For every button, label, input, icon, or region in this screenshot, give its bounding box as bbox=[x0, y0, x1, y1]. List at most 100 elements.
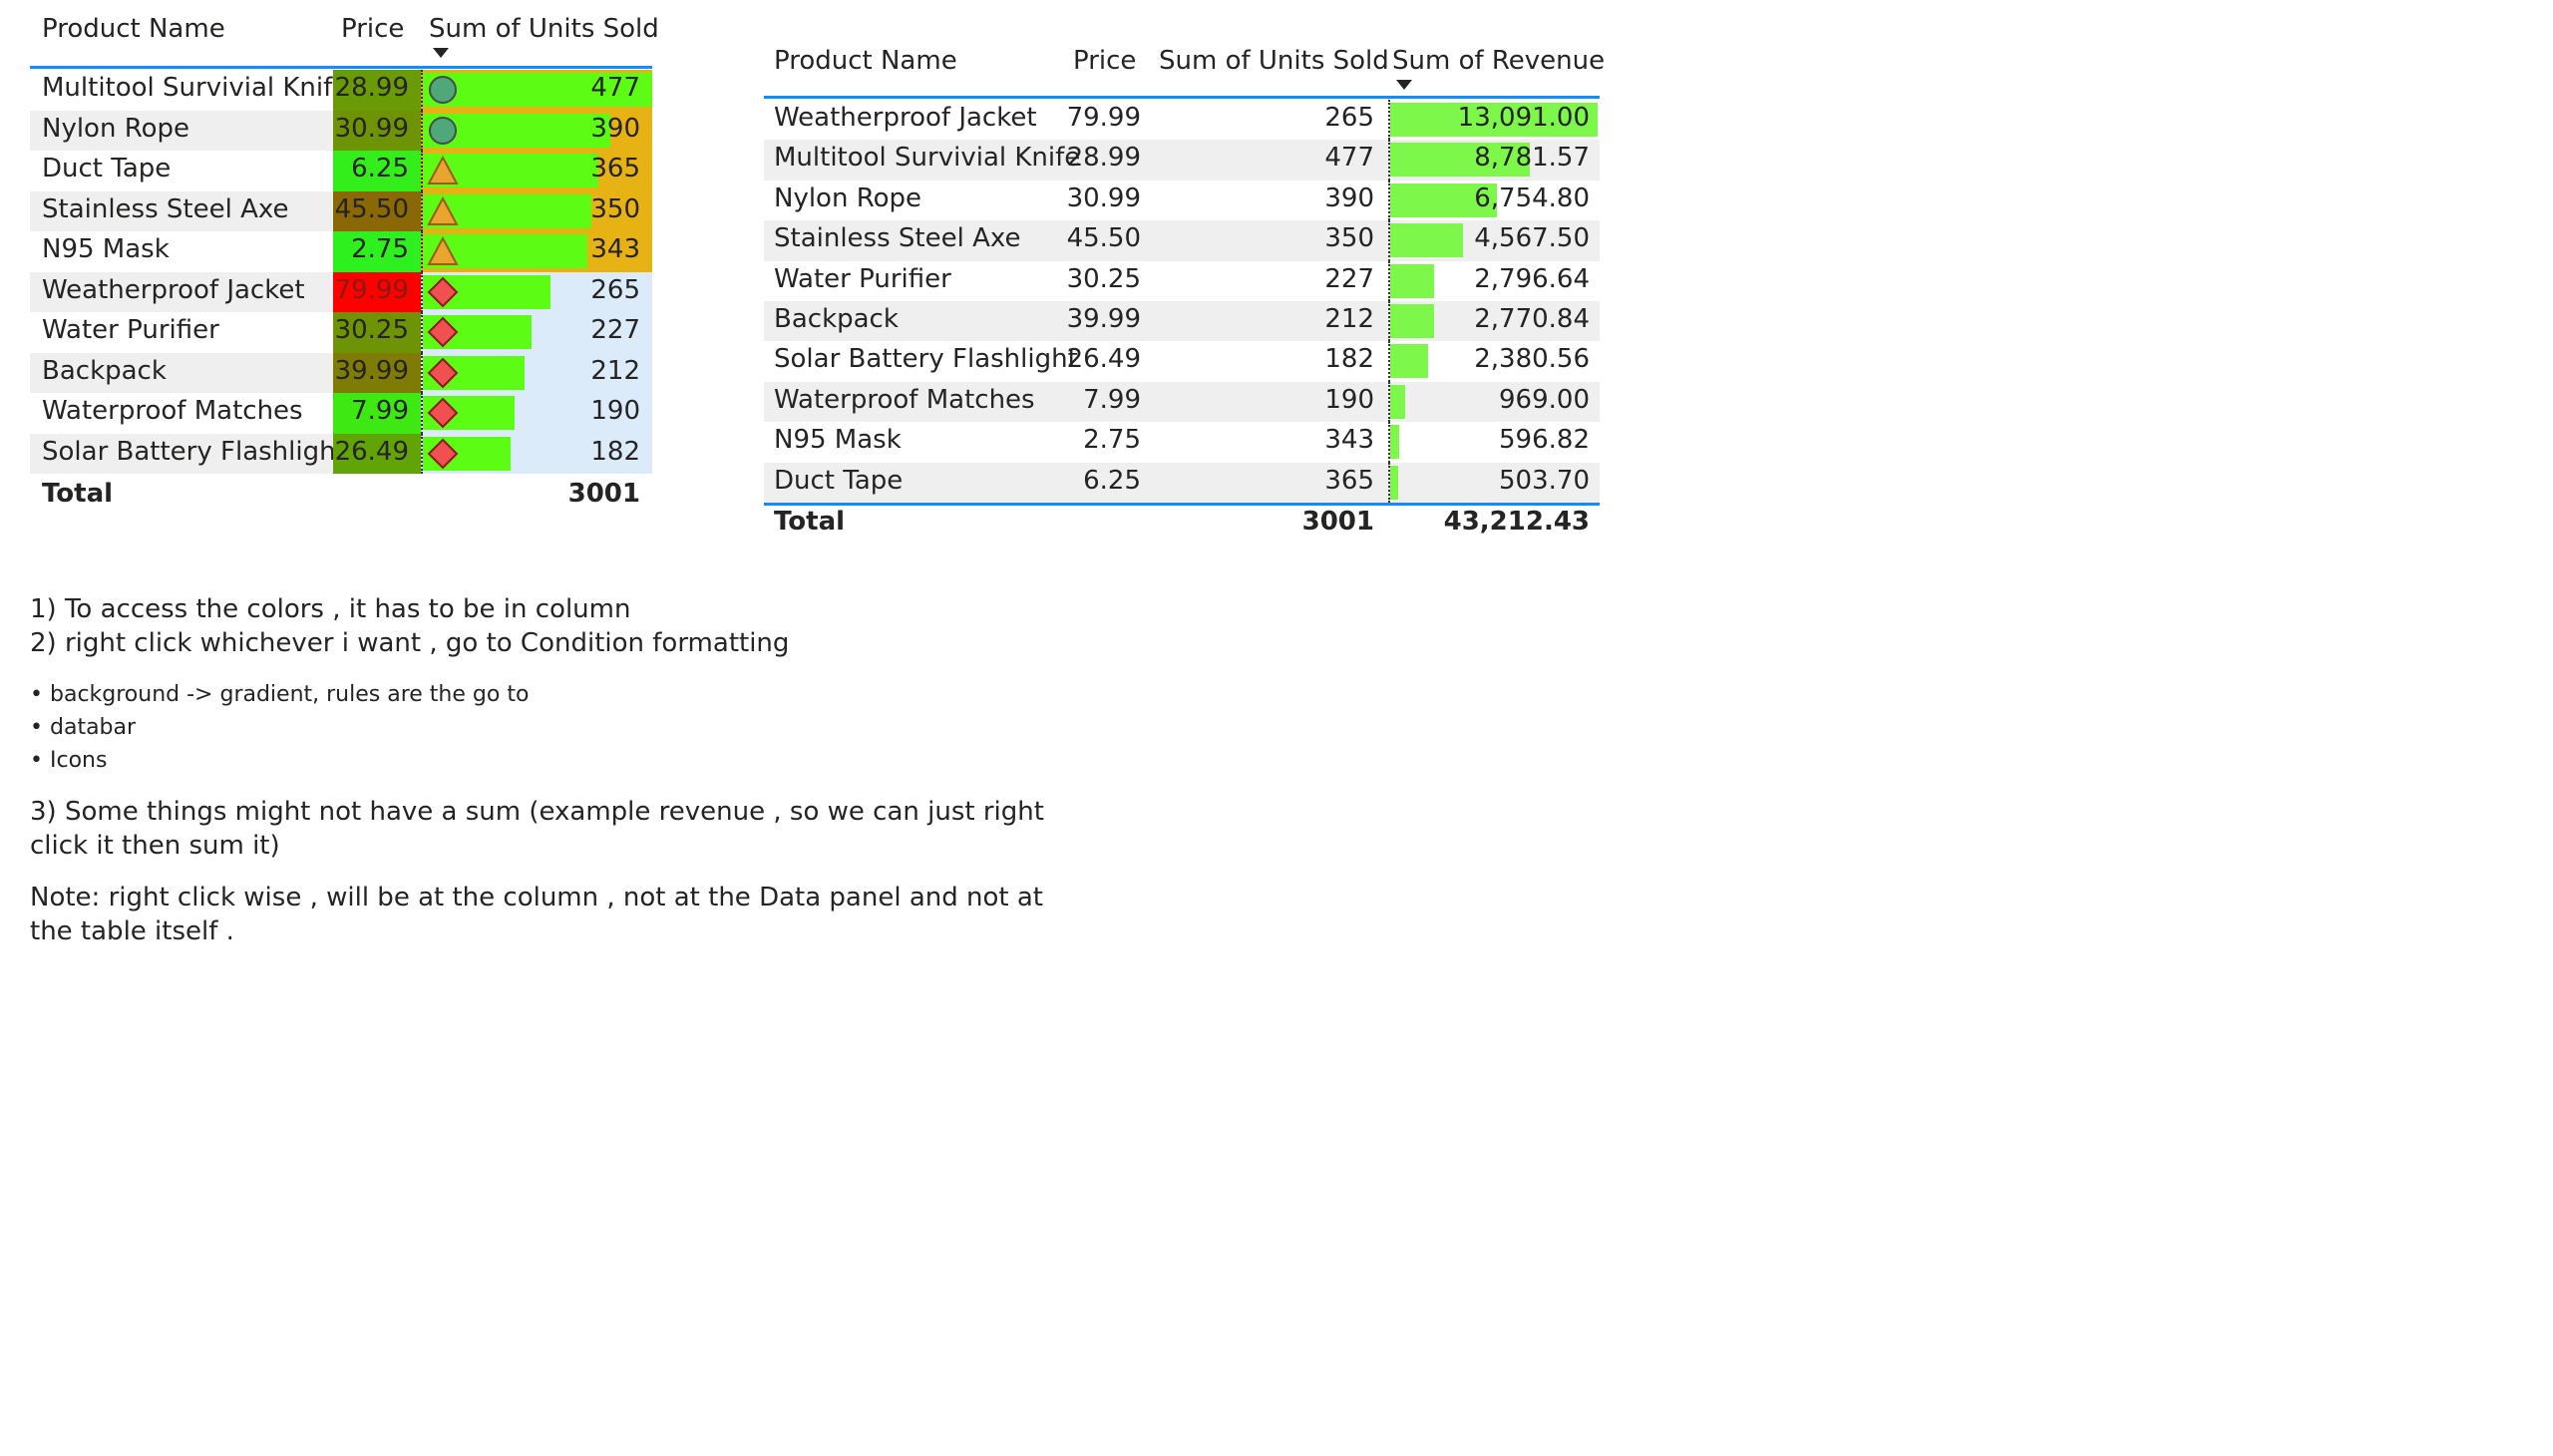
revenue-cell: 2,380.56 bbox=[1388, 341, 1600, 382]
units-cell: 343 bbox=[421, 231, 652, 272]
units-cell: 390 bbox=[421, 110, 652, 151]
price-cell: 45.50 bbox=[333, 190, 421, 231]
price-value: 45.50 bbox=[1066, 223, 1141, 254]
table-row[interactable]: Stainless Steel Axe 45.50 350 4,567.50 bbox=[764, 220, 1600, 261]
price-value: 6.25 bbox=[1083, 465, 1141, 496]
product-name: Backpack bbox=[42, 355, 167, 386]
table-row[interactable]: Nylon Rope 30.99 390 bbox=[30, 110, 652, 151]
product-name: Stainless Steel Axe bbox=[42, 193, 289, 224]
total-units: 3001 bbox=[1301, 507, 1374, 537]
price-value: 28.99 bbox=[1066, 143, 1141, 174]
table-row[interactable]: Backpack 39.99 212 bbox=[30, 352, 652, 393]
diamond-icon bbox=[427, 397, 459, 429]
column-header-price[interactable]: Price bbox=[341, 14, 404, 44]
units-cell: 212 bbox=[421, 352, 652, 393]
price-value: 39.99 bbox=[1066, 303, 1141, 334]
units-value: 227 bbox=[590, 315, 640, 345]
product-name: Waterproof Matches bbox=[42, 396, 303, 426]
table-row[interactable]: N95 Mask 2.75 343 bbox=[30, 231, 652, 272]
table-row[interactable]: Water Purifier 30.25 227 bbox=[30, 312, 652, 353]
product-name: Waterproof Matches bbox=[774, 384, 1035, 415]
note-bullet: Icons bbox=[30, 744, 1067, 777]
note-bullet: background -> gradient, rules are the go… bbox=[30, 678, 1067, 711]
diamond-icon bbox=[427, 438, 459, 470]
units-value: 265 bbox=[590, 274, 640, 305]
units-value: 265 bbox=[1324, 103, 1374, 133]
note-line-3: 3) Some things might not have a sum (exa… bbox=[30, 797, 1044, 861]
units-cell: 265 bbox=[421, 271, 652, 312]
column-header-revenue[interactable]: Sum of Revenue bbox=[1392, 46, 1605, 76]
table-body: Multitool Survivial Knife 28.99 477 Nylon R… bbox=[30, 70, 652, 474]
table-body: Weatherproof Jacket 79.99 265 13,091.00 Mult… bbox=[764, 100, 1600, 503]
product-name-cell: Stainless Steel Axe bbox=[30, 190, 333, 231]
product-name: Solar Battery Flashlight bbox=[42, 436, 346, 467]
column-header-units-sold[interactable]: Sum of Units Sold bbox=[1159, 46, 1389, 76]
table-row[interactable]: Weatherproof Jacket 79.99 265 bbox=[30, 271, 652, 312]
revenue-cell: 6,754.80 bbox=[1388, 180, 1600, 221]
report-canvas: Product Name Price Sum of Units Sold Mul… bbox=[0, 0, 2553, 1456]
note-bullet-list: background -> gradient, rules are the go… bbox=[30, 678, 1067, 777]
table-total-row: Total 3001 bbox=[30, 479, 652, 519]
product-name-cell: N95 Mask bbox=[30, 231, 333, 272]
price-value: 30.25 bbox=[334, 315, 409, 345]
sort-descending-icon[interactable] bbox=[433, 48, 449, 58]
header-divider bbox=[764, 96, 1600, 99]
product-name-cell: Solar Battery Flashlight bbox=[30, 433, 346, 474]
column-header-product-name[interactable]: Product Name bbox=[42, 14, 225, 44]
table-row[interactable]: Weatherproof Jacket 79.99 265 13,091.00 bbox=[764, 100, 1600, 141]
diamond-icon bbox=[427, 357, 459, 389]
column-header-price[interactable]: Price bbox=[1073, 46, 1136, 76]
price-value: 2.75 bbox=[351, 234, 409, 264]
table-row[interactable]: Solar Battery Flashlight 26.49 182 2,380.56 bbox=[764, 341, 1600, 382]
product-name-cell: Duct Tape bbox=[30, 151, 333, 191]
price-cell: 6.25 bbox=[333, 151, 421, 191]
table-row[interactable]: Solar Battery Flashlight 26.49 182 bbox=[30, 433, 652, 474]
units-value: 190 bbox=[1324, 384, 1374, 415]
revenue-value: 13,091.00 bbox=[1457, 103, 1590, 133]
revenue-cell: 8,781.57 bbox=[1388, 140, 1600, 181]
revenue-value: 969.00 bbox=[1499, 384, 1590, 415]
column-header-units-sold[interactable]: Sum of Units Sold bbox=[429, 14, 659, 44]
sort-descending-icon[interactable] bbox=[1396, 80, 1412, 90]
price-cell: 28.99 bbox=[333, 70, 421, 111]
price-value: 26.49 bbox=[1066, 344, 1141, 375]
table-row[interactable]: Multitool Survivial Knife 28.99 477 8,781.5… bbox=[764, 140, 1600, 181]
price-cell: 7.99 bbox=[333, 393, 421, 434]
table-row[interactable]: Stainless Steel Axe 45.50 350 bbox=[30, 190, 652, 231]
units-value: 477 bbox=[1324, 143, 1374, 174]
table-row[interactable]: Duct Tape 6.25 365 503.70 bbox=[764, 462, 1600, 503]
units-value: 190 bbox=[590, 396, 640, 426]
revenue-value: 596.82 bbox=[1499, 425, 1590, 456]
revenue-cell: 2,796.64 bbox=[1388, 260, 1600, 301]
price-value: 30.25 bbox=[1066, 263, 1141, 294]
triangle-icon bbox=[427, 155, 459, 186]
diamond-icon bbox=[427, 316, 459, 348]
total-revenue: 43,212.43 bbox=[1443, 507, 1590, 537]
product-name-cell: Multitool Survivial Knife bbox=[30, 70, 348, 111]
units-value: 350 bbox=[590, 193, 640, 224]
revenue-value: 2,770.84 bbox=[1474, 303, 1590, 334]
revenue-databar bbox=[1390, 425, 1399, 460]
product-name: Weatherproof Jacket bbox=[774, 103, 1037, 133]
circle-icon bbox=[427, 74, 459, 106]
table-row[interactable]: Nylon Rope 30.99 390 6,754.80 bbox=[764, 180, 1600, 221]
diamond-icon bbox=[427, 276, 459, 308]
price-value: 30.99 bbox=[1066, 182, 1141, 213]
product-name: Multitool Survivial Knife bbox=[774, 143, 1081, 174]
revenue-databar bbox=[1390, 303, 1434, 338]
table-row[interactable]: Waterproof Matches 7.99 190 969.00 bbox=[764, 381, 1600, 423]
table-row[interactable]: Water Purifier 30.25 227 2,796.64 bbox=[764, 260, 1600, 301]
circle-icon bbox=[427, 115, 459, 147]
table-row[interactable]: Waterproof Matches 7.99 190 bbox=[30, 393, 652, 434]
revenue-cell: 503.70 bbox=[1388, 462, 1600, 503]
table-row[interactable]: Backpack 39.99 212 2,770.84 bbox=[764, 300, 1600, 342]
notes-textbox[interactable]: 1) To access the colors , it has to be i… bbox=[30, 592, 1067, 948]
table-row[interactable]: Multitool Survivial Knife 28.99 477 bbox=[30, 70, 652, 111]
price-value: 45.50 bbox=[334, 193, 409, 224]
table-row[interactable]: N95 Mask 2.75 343 596.82 bbox=[764, 422, 1600, 463]
units-cell: 477 bbox=[421, 70, 652, 111]
note-footer: Note: right click wise , will be at the … bbox=[30, 883, 1043, 946]
units-value: 365 bbox=[590, 154, 640, 183]
table-row[interactable]: Duct Tape 6.25 365 bbox=[30, 151, 652, 191]
column-header-product-name[interactable]: Product Name bbox=[774, 46, 957, 76]
